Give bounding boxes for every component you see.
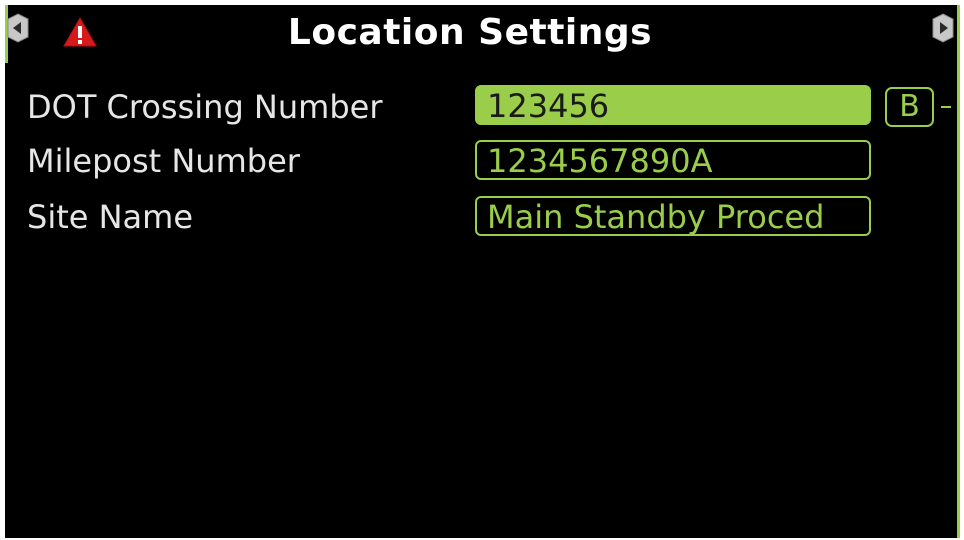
right-edge-accent bbox=[957, 5, 960, 538]
dot-crossing-number-field[interactable]: 123456 bbox=[475, 85, 871, 125]
location-settings-panel: Location Settings DOT Crossing Number 12… bbox=[5, 5, 960, 538]
keyboard-mode-badge[interactable]: B bbox=[885, 87, 934, 127]
site-name-label: Site Name bbox=[27, 198, 194, 236]
site-name-value: Main Standby Proced bbox=[487, 198, 825, 236]
site-name-field[interactable]: Main Standby Proced bbox=[475, 196, 871, 236]
screen: Location Settings DOT Crossing Number 12… bbox=[0, 0, 964, 540]
milepost-number-value: 1234567890A bbox=[487, 142, 713, 180]
page-title: Location Settings bbox=[287, 12, 653, 53]
milepost-number-label: Milepost Number bbox=[27, 142, 300, 180]
dot-crossing-number-value: 123456 bbox=[487, 87, 610, 125]
milepost-number-field[interactable]: 1234567890A bbox=[475, 140, 871, 180]
dot-crossing-number-label: DOT Crossing Number bbox=[27, 88, 383, 126]
chevron-right-icon[interactable] bbox=[932, 13, 954, 43]
badge-indicator-tick bbox=[941, 106, 951, 108]
